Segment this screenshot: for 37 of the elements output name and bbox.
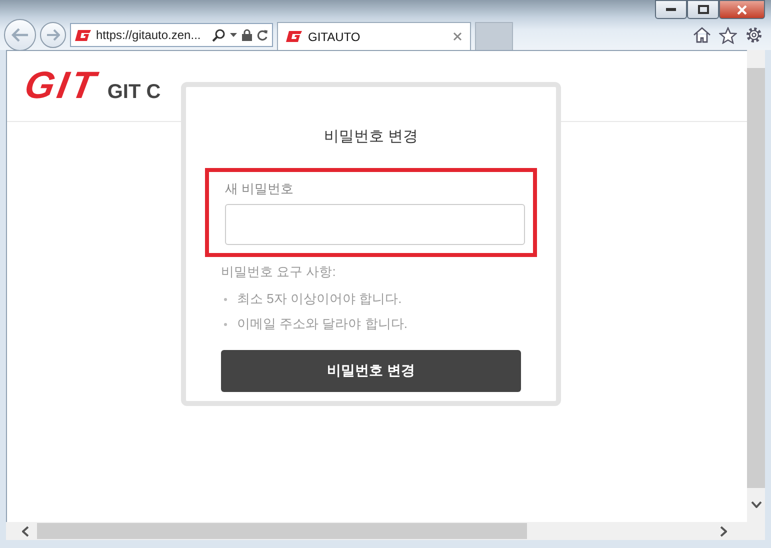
minimize-icon [666, 8, 676, 12]
close-button[interactable] [719, 0, 765, 19]
star-icon[interactable] [719, 26, 737, 44]
home-icon[interactable] [693, 27, 711, 43]
scroll-thumb[interactable] [37, 523, 527, 539]
refresh-icon[interactable] [257, 29, 268, 41]
requirements-heading: 비밀번호 요구 사항: [221, 263, 337, 281]
maximize-icon [698, 5, 708, 14]
bullet-icon [224, 298, 227, 300]
bullet-icon [224, 322, 227, 326]
site-logo[interactable]: GIT [21, 64, 102, 108]
favicon-icon [286, 31, 302, 42]
scroll-right-icon[interactable] [720, 526, 727, 536]
search-icon[interactable] [212, 28, 225, 42]
minimize-button[interactable] [655, 0, 687, 19]
favicon-icon [75, 30, 91, 40]
scroll-left-icon[interactable] [22, 526, 29, 536]
settings-icon[interactable] [745, 26, 763, 44]
forward-button[interactable] [40, 22, 66, 48]
browser-tab[interactable]: GITAUTO [277, 22, 471, 50]
close-icon [737, 4, 747, 14]
back-arrow-icon [11, 28, 29, 42]
maximize-button[interactable] [687, 0, 719, 19]
scroll-down-icon[interactable] [750, 501, 762, 508]
change-password-button[interactable]: 비밀번호 변경 [221, 350, 521, 392]
address-bar[interactable]: https://gitauto.zen... [70, 23, 273, 47]
field-label: 새 비밀번호 [225, 180, 295, 198]
site-name: GIT C [107, 80, 161, 104]
password-field[interactable] [225, 204, 525, 245]
forward-arrow-icon [46, 29, 60, 41]
back-button[interactable] [4, 19, 36, 51]
requirement-text: 이메일 주소와 달라야 합니다. [237, 315, 408, 333]
dialog-title: 비밀번호 변경 [324, 127, 418, 146]
close-tab-icon[interactable] [453, 32, 462, 41]
dropdown-icon[interactable] [230, 33, 237, 37]
requirement-text: 최소 5자 이상이어야 합니다. [237, 290, 402, 308]
lock-icon[interactable] [242, 29, 252, 41]
